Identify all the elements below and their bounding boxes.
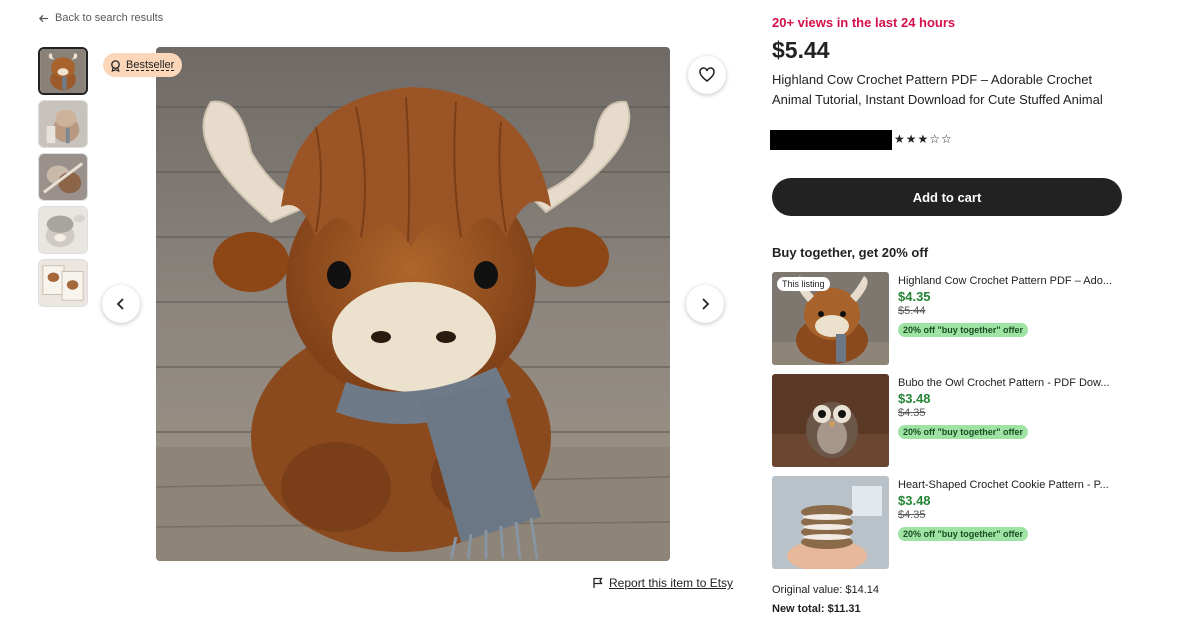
views-notice: 20+ views in the last 24 hours <box>772 15 956 30</box>
thumbnail-3[interactable] <box>38 153 88 201</box>
bestseller-label: Bestseller <box>126 59 175 71</box>
bundle-offer-badge: 20% off "buy together" offer <box>898 323 1029 337</box>
back-to-search-link[interactable]: Back to search results <box>38 12 163 24</box>
bundle-offer-badge: 20% off "buy together" offer <box>898 527 1029 541</box>
medal-icon <box>111 59 120 72</box>
rating-stars[interactable]: ★★★☆☆ <box>894 132 953 146</box>
bundle-original-value: Original value: $14.14 <box>772 584 880 596</box>
bundle-item-original-price: $5.44 <box>898 305 926 317</box>
add-to-cart-button[interactable]: Add to cart <box>772 178 1122 216</box>
bundle-item-price: $4.35 <box>898 289 931 304</box>
bundle-item-image[interactable] <box>772 374 889 467</box>
listing-title: Highland Cow Crochet Pattern PDF – Adora… <box>772 72 1103 107</box>
thumbnail-1[interactable] <box>38 47 88 95</box>
bundle-item-original-price: $4.35 <box>898 509 926 521</box>
bundle-item-price: $3.48 <box>898 493 931 508</box>
highland-cow-photo <box>156 47 670 561</box>
this-listing-tag: This listing <box>777 277 830 291</box>
heart-icon <box>699 67 715 82</box>
chevron-left-icon <box>116 298 124 310</box>
bundle-item: Heart-Shaped Crochet Cookie Pattern - P.… <box>772 476 1124 569</box>
bundle-item-title[interactable]: Heart-Shaped Crochet Cookie Pattern - P.… <box>898 479 1124 491</box>
bundle-offer-badge: 20% off "buy together" offer <box>898 425 1029 439</box>
bundle-item-original-price: $4.35 <box>898 407 926 419</box>
bundle-item-title[interactable]: Bubo the Owl Crochet Pattern - PDF Dow..… <box>898 377 1124 389</box>
bundle-item-title[interactable]: Highland Cow Crochet Pattern PDF – Ado..… <box>898 275 1124 287</box>
previous-image-button[interactable] <box>102 285 140 323</box>
thumbnail-strip <box>38 47 88 307</box>
bundle-item-image[interactable] <box>772 476 889 569</box>
bundle-item-image[interactable]: This listing <box>772 272 889 365</box>
bundle-item: This listing Highland Cow Crochet Patter… <box>772 272 1124 365</box>
chevron-right-icon <box>702 298 710 310</box>
listing-price: $5.44 <box>772 37 830 63</box>
back-link-label: Back to search results <box>55 12 164 24</box>
report-item-link[interactable]: Report this item to Etsy <box>592 576 733 590</box>
next-image-button[interactable] <box>686 285 724 323</box>
thumbnail-2[interactable] <box>38 100 88 148</box>
thumbnail-4[interactable] <box>38 206 88 254</box>
report-label: Report this item to Etsy <box>609 576 734 590</box>
bundle-new-total: New total: $11.31 <box>772 603 861 615</box>
arrow-left-icon <box>38 14 49 22</box>
flag-icon <box>593 577 603 588</box>
bundle-item: Bubo the Owl Crochet Pattern - PDF Dow..… <box>772 374 1124 467</box>
bundle-heading: Buy together, get 20% off <box>772 245 929 260</box>
thumbnail-5[interactable] <box>38 259 88 307</box>
main-product-image[interactable] <box>156 47 670 561</box>
bundle-item-price: $3.48 <box>898 391 931 406</box>
redacted-shop-info <box>770 130 892 150</box>
favorite-button[interactable] <box>688 56 726 94</box>
bestseller-badge[interactable]: Bestseller <box>103 53 183 77</box>
